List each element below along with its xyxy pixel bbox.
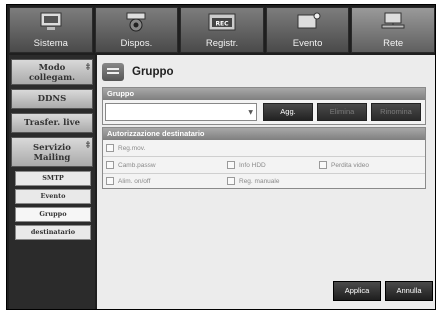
tab-label: Registr.	[205, 38, 239, 49]
tab-dispos[interactable]: Dispos.	[94, 7, 179, 53]
sidebar-subitem-evento[interactable]: Evento	[15, 189, 91, 204]
sidebar-item-servizio-mailing[interactable]: ‡ Servizio Mailing	[11, 137, 93, 167]
checkbox-info-hdd[interactable]: Info HDD	[227, 160, 266, 170]
checkbox-box[interactable]	[106, 177, 114, 185]
sidebar-item-trasfer-live[interactable]: Trasfer. live	[11, 113, 93, 133]
sidebar-item-label: Trasfer. live	[24, 118, 80, 128]
divider	[103, 173, 425, 174]
dvr-window: Sistema Dispos. REC Registr. Evento Rete	[6, 4, 436, 310]
tab-label: Rete	[383, 38, 404, 49]
apply-button[interactable]: Applica	[333, 281, 381, 301]
sidebar-item-label: Servizio	[33, 143, 71, 153]
sidebar-subitem-smtp[interactable]: SMTP	[15, 171, 91, 186]
checkbox-reg-mov[interactable]: Reg.mov.	[106, 143, 145, 153]
dropdown-arrow-icon: ▼	[248, 109, 253, 116]
checkbox-box[interactable]	[106, 144, 114, 152]
sidebar-item-ddns[interactable]: DDNS	[11, 89, 93, 109]
checkbox-reg-manuale[interactable]: Reg. manuale	[227, 176, 279, 186]
delete-button[interactable]: Elimina	[317, 103, 367, 121]
group-section: Gruppo ▼ Agg. Elimina Rinomina	[102, 87, 426, 125]
sidebar-subitem-destinatario[interactable]: destinatario	[15, 225, 91, 240]
divider	[103, 156, 425, 157]
rec-icon: REC	[207, 12, 237, 35]
checkbox-label: Perdita video	[331, 161, 369, 169]
checkbox-camb-passw[interactable]: Camb.passw	[106, 160, 156, 170]
expand-marker-icon: ‡	[85, 61, 90, 71]
sidebar-item-label: Mailing	[33, 153, 71, 163]
tab-evento[interactable]: Evento	[265, 7, 350, 53]
checkbox-label: Camb.passw	[118, 161, 156, 169]
tab-rete[interactable]: Rete	[351, 7, 435, 53]
main-panel: Gruppo Gruppo ▼ Agg. Elimina Rinomina Au…	[97, 55, 435, 309]
group-select[interactable]: ▼	[105, 103, 257, 121]
sidebar-item-modo-collegam[interactable]: ‡ Modo collegam.	[11, 59, 93, 85]
event-icon	[295, 12, 321, 35]
group-list-icon	[102, 63, 124, 81]
checkbox-box[interactable]	[319, 161, 327, 169]
checkbox-alim-on-off[interactable]: Alim. on/off	[106, 176, 150, 186]
auth-section: Autorizzazione destinatario Reg.mov. Cam…	[102, 127, 426, 189]
checkbox-box[interactable]	[106, 161, 114, 169]
add-button[interactable]: Agg.	[263, 103, 313, 121]
group-controls: ▼ Agg. Elimina Rinomina	[105, 103, 423, 121]
top-menu-bar: Sistema Dispos. REC Registr. Evento Rete	[9, 7, 435, 53]
checkbox-label: Alim. on/off	[118, 177, 151, 185]
tab-label: Sistema	[33, 38, 68, 49]
network-icon	[380, 12, 406, 35]
checkbox-box[interactable]	[227, 177, 235, 185]
tab-sistema[interactable]: Sistema	[9, 7, 93, 53]
checkbox-label: Reg. manuale	[239, 177, 280, 185]
rename-button[interactable]: Rinomina	[371, 103, 421, 121]
checkbox-perdita-video[interactable]: Perdita video	[319, 160, 369, 170]
group-section-header: Gruppo	[103, 88, 425, 100]
checkbox-label: Info HDD	[239, 161, 266, 169]
sidebar-item-label: Modo	[38, 63, 66, 73]
cancel-button[interactable]: Annulla	[385, 281, 433, 301]
page-header: Gruppo	[102, 61, 174, 83]
tab-registr[interactable]: REC Registr.	[180, 7, 264, 53]
sidebar-item-label: DDNS	[37, 94, 67, 104]
tab-label: Dispos.	[120, 38, 153, 49]
sidebar-item-label: collegam.	[28, 73, 76, 83]
system-icon	[38, 12, 64, 35]
auth-section-header: Autorizzazione destinatario	[103, 128, 425, 140]
checkbox-box[interactable]	[227, 161, 235, 169]
page-title: Gruppo	[132, 66, 174, 78]
expand-marker-icon: ‡	[85, 139, 90, 149]
sidebar: ‡ Modo collegam. DDNS Trasfer. live ‡ Se…	[9, 55, 95, 309]
checkbox-label: Reg.mov.	[118, 144, 146, 152]
svg-text:REC: REC	[215, 21, 229, 28]
sidebar-subitem-gruppo[interactable]: Gruppo	[15, 207, 91, 222]
tab-label: Evento	[292, 38, 323, 49]
camera-icon	[123, 12, 149, 35]
